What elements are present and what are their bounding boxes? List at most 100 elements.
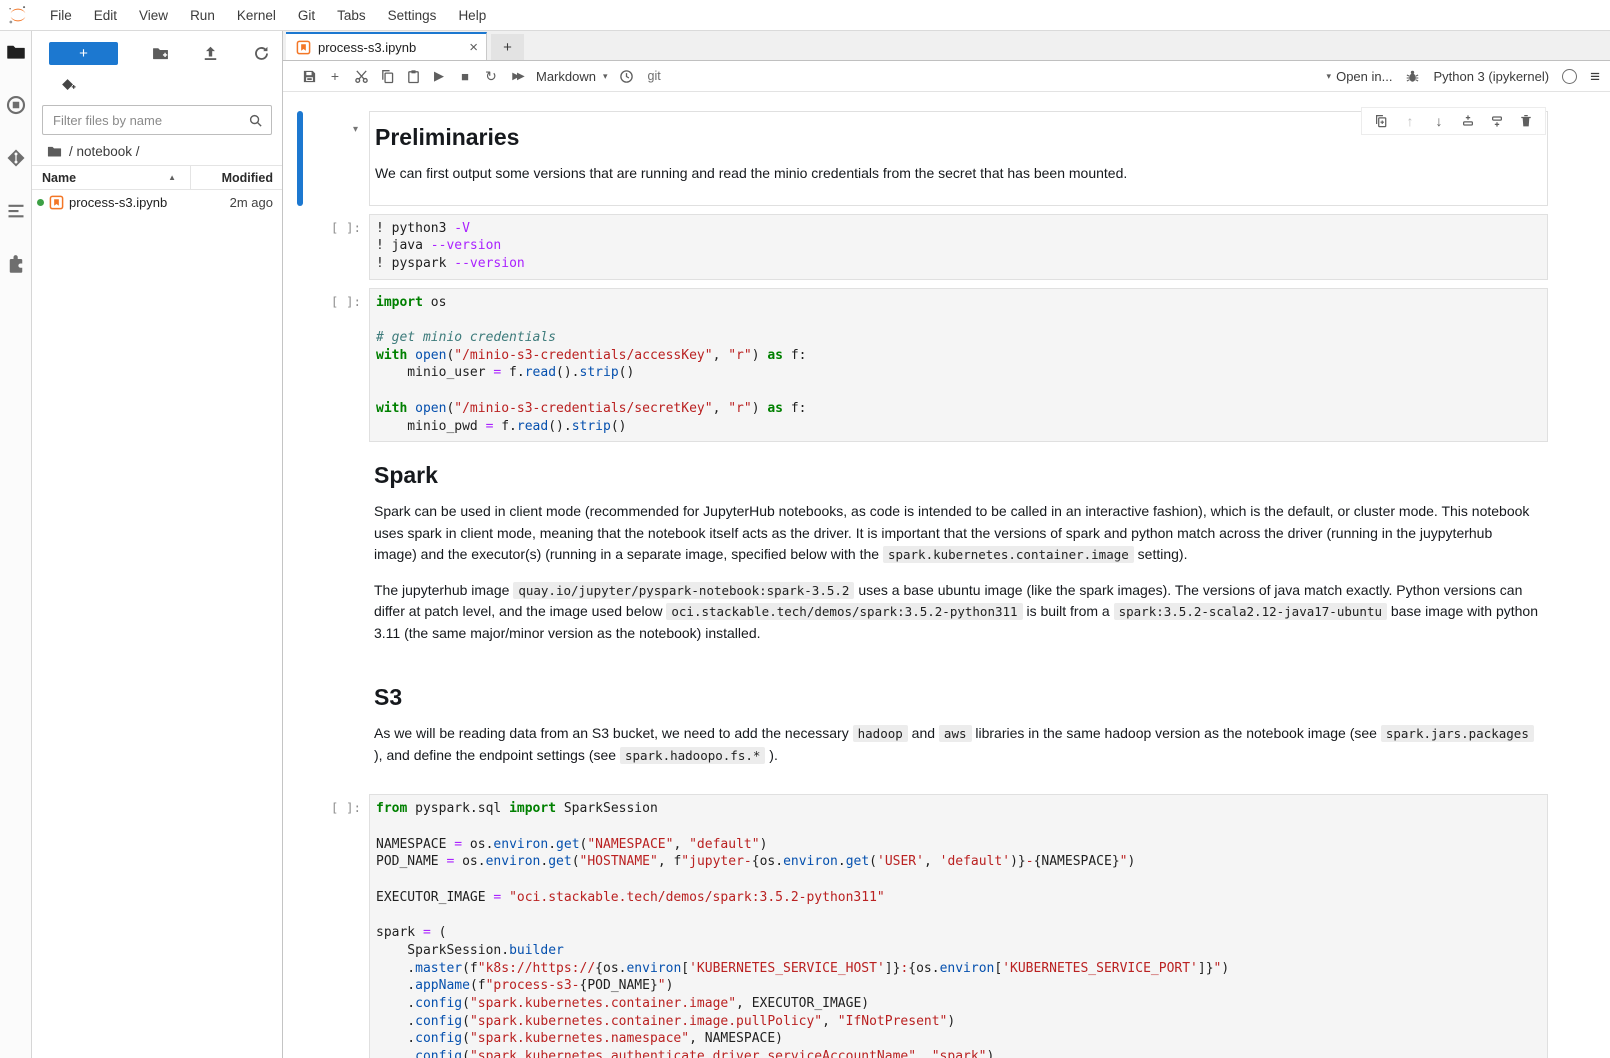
rendered-markdown-cell[interactable]: SparkSpark can be used in client mode (r… bbox=[369, 450, 1548, 664]
column-name[interactable]: Name ▲ bbox=[32, 166, 191, 189]
chevron-down-icon: ▾ bbox=[1327, 71, 1332, 82]
git-icon[interactable] bbox=[6, 148, 26, 168]
copy-icon[interactable] bbox=[374, 65, 400, 87]
cell-type-value: Markdown bbox=[536, 69, 596, 84]
code-line: minio_user = f.read().strip() bbox=[376, 364, 1539, 382]
column-modified[interactable]: Modified bbox=[191, 171, 282, 185]
extension-manager-icon[interactable] bbox=[6, 254, 26, 274]
code-cell[interactable]: [ ]:import os # get minio credentialswit… bbox=[283, 288, 1610, 443]
breadcrumb-path[interactable]: / notebook / bbox=[69, 144, 140, 159]
git-toolbar-label[interactable]: git bbox=[648, 69, 661, 83]
file-browser-toolbar: + bbox=[49, 42, 270, 65]
cell-gutter: [ ]: bbox=[283, 288, 369, 443]
menu-git[interactable]: Git bbox=[287, 8, 326, 23]
code-cell[interactable]: [ ]: ! python3 -V! java --version! pyspar… bbox=[283, 214, 1610, 280]
code-line: from pyspark.sql import SparkSession bbox=[376, 800, 1539, 818]
delete-cell-icon[interactable] bbox=[1516, 111, 1536, 131]
menu-run[interactable]: Run bbox=[179, 8, 226, 23]
cut-icon[interactable] bbox=[348, 65, 374, 87]
markdown-cell[interactable]: S3As we will be reading data from an S3 … bbox=[283, 672, 1610, 786]
tab-process-s3[interactable]: process-s3.ipynb × bbox=[286, 32, 487, 60]
new-tab-button[interactable]: + bbox=[491, 34, 524, 60]
new-folder-icon[interactable] bbox=[152, 45, 169, 62]
code-line: .config("spark.kubernetes.container.imag… bbox=[376, 995, 1539, 1013]
toolbar-overflow-icon[interactable]: ≡ bbox=[1590, 68, 1600, 85]
code-line bbox=[376, 906, 1539, 924]
code-line bbox=[376, 871, 1539, 889]
main-area: process-s3.ipynb × + + ▶ ■ ↻ ▶▶ bbox=[283, 31, 1610, 1058]
interrupt-kernel-icon[interactable]: ■ bbox=[452, 65, 478, 87]
close-tab-icon[interactable]: × bbox=[469, 40, 478, 55]
git-clone-icon[interactable] bbox=[61, 77, 76, 92]
paste-icon[interactable] bbox=[400, 65, 426, 87]
inline-code: spark.kubernetes.container.image bbox=[883, 546, 1134, 563]
history-clock-icon[interactable] bbox=[614, 65, 640, 87]
refresh-icon[interactable] bbox=[253, 45, 270, 62]
sort-ascending-icon[interactable]: ▲ bbox=[168, 173, 176, 182]
code-line: EXECUTOR_IMAGE = "oci.stackable.tech/dem… bbox=[376, 889, 1539, 907]
code-line: spark = ( bbox=[376, 924, 1539, 942]
move-cell-down-icon[interactable]: ↓ bbox=[1429, 111, 1449, 131]
menu-settings[interactable]: Settings bbox=[377, 8, 448, 23]
notebook-file-icon bbox=[296, 40, 311, 55]
files-icon[interactable] bbox=[6, 42, 26, 62]
cell-type-dropdown[interactable]: Markdown ▾ bbox=[536, 69, 608, 84]
running-kernels-icon[interactable] bbox=[6, 95, 26, 115]
insert-cell-icon[interactable]: + bbox=[322, 65, 348, 87]
kernel-status-icon[interactable] bbox=[1562, 69, 1577, 84]
section-heading: Spark bbox=[374, 462, 1538, 489]
code-editor[interactable]: from pyspark.sql import SparkSession NAM… bbox=[369, 794, 1548, 1058]
save-icon[interactable] bbox=[296, 65, 322, 87]
notebook-toolbar: + ▶ ■ ↻ ▶▶ Markdown ▾ git bbox=[283, 61, 1610, 92]
cell-gutter bbox=[283, 450, 369, 664]
menu-kernel[interactable]: Kernel bbox=[226, 8, 287, 23]
cell-gutter: [ ]: bbox=[283, 794, 369, 1058]
code-editor[interactable]: ! python3 -V! java --version! pyspark --… bbox=[369, 214, 1548, 280]
upload-icon[interactable] bbox=[202, 45, 219, 62]
section-heading: S3 bbox=[374, 684, 1538, 711]
code-line: .config("spark.kubernetes.namespace", NA… bbox=[376, 1030, 1539, 1048]
inline-code: aws bbox=[939, 725, 972, 742]
code-cell[interactable]: [ ]:from pyspark.sql import SparkSession… bbox=[283, 794, 1610, 1058]
new-launcher-button[interactable]: + bbox=[49, 42, 118, 65]
kernel-name-button[interactable]: Python 3 (ipykernel) bbox=[1433, 69, 1549, 84]
menu-edit[interactable]: Edit bbox=[83, 8, 128, 23]
inline-code: spark.jars.packages bbox=[1381, 725, 1534, 742]
menu-file[interactable]: File bbox=[39, 8, 83, 23]
markdown-cell[interactable]: SparkSpark can be used in client mode (r… bbox=[283, 450, 1610, 664]
debugger-bug-icon[interactable] bbox=[1405, 69, 1420, 84]
rendered-markdown-cell[interactable]: S3As we will be reading data from an S3 … bbox=[369, 672, 1548, 786]
code-line: .config("spark.kubernetes.authenticate.d… bbox=[376, 1048, 1539, 1058]
file-browser-panel: + bbox=[32, 31, 283, 1058]
insert-cell-below-icon[interactable] bbox=[1487, 111, 1507, 131]
restart-kernel-icon[interactable]: ↻ bbox=[478, 65, 504, 87]
insert-cell-above-icon[interactable] bbox=[1458, 111, 1478, 131]
kernel-running-dot bbox=[37, 199, 44, 206]
file-list-item[interactable]: process-s3.ipynb 2m ago bbox=[32, 190, 282, 214]
open-in-dropdown[interactable]: ▾ Open in... bbox=[1327, 69, 1393, 84]
cell-toolbar: ↑ ↓ bbox=[1361, 107, 1546, 135]
chevron-down-icon: ▾ bbox=[603, 71, 608, 82]
execution-prompt: [ ]: bbox=[331, 220, 361, 235]
cell-gutter bbox=[283, 672, 369, 786]
code-line: with open("/minio-s3-credentials/accessK… bbox=[376, 347, 1539, 365]
file-filter-input[interactable] bbox=[51, 112, 248, 129]
code-editor[interactable]: import os # get minio credentialswith op… bbox=[369, 288, 1548, 443]
code-line: SparkSession.builder bbox=[376, 942, 1539, 960]
move-cell-up-icon[interactable]: ↑ bbox=[1400, 111, 1420, 131]
menu-tabs[interactable]: Tabs bbox=[326, 8, 377, 23]
tab-bar: process-s3.ipynb × + bbox=[283, 31, 1610, 61]
duplicate-cell-icon[interactable] bbox=[1371, 111, 1391, 131]
breadcrumb[interactable]: / notebook / bbox=[47, 144, 270, 159]
heading-collapser-icon[interactable]: ▾ bbox=[353, 124, 358, 135]
file-filter-box bbox=[42, 105, 272, 135]
folder-icon bbox=[47, 144, 62, 159]
restart-run-all-icon[interactable]: ▶▶ bbox=[504, 65, 530, 87]
table-of-contents-icon[interactable] bbox=[6, 201, 26, 221]
code-line: NAMESPACE = os.environ.get("NAMESPACE", … bbox=[376, 836, 1539, 854]
menu-view[interactable]: View bbox=[128, 8, 179, 23]
menu-help[interactable]: Help bbox=[447, 8, 497, 23]
code-line: ! java --version bbox=[376, 237, 1539, 255]
inline-code: spark.hadoopo.fs.* bbox=[620, 747, 765, 764]
run-cell-icon[interactable]: ▶ bbox=[426, 65, 452, 87]
